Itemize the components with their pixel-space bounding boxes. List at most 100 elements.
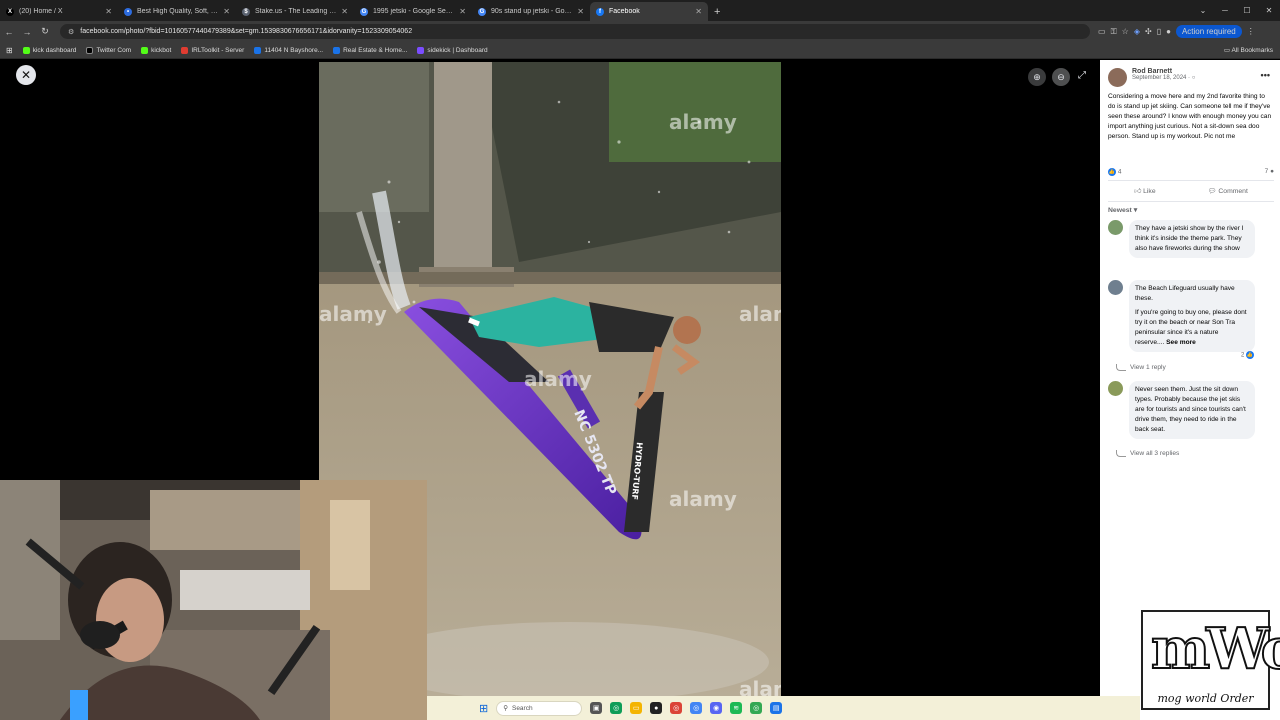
sidepanel-icon[interactable]: ▯	[1157, 27, 1161, 36]
close-tab-icon[interactable]: ✕	[695, 7, 702, 16]
bookmark-real-estate[interactable]: Real Estate & Home...	[333, 46, 408, 54]
close-icon[interactable]: ✕	[16, 65, 36, 85]
new-tab-button[interactable]: +	[708, 2, 726, 21]
google-icon: G	[360, 7, 368, 16]
watermark: alamy	[739, 302, 781, 326]
profile-icon[interactable]: ●	[1166, 27, 1171, 36]
chrome-blue-icon[interactable]: ◎	[690, 702, 703, 714]
stake-icon: $	[242, 7, 250, 16]
spotify-icon[interactable]: ≋	[730, 702, 743, 714]
bookmark-kickbot[interactable]: kickbot	[141, 46, 171, 54]
back-icon[interactable]: ←	[0, 27, 18, 37]
bookmark-star-icon[interactable]: ☆	[1122, 27, 1129, 36]
reaction-count: 4	[1117, 168, 1122, 176]
author-block: Rod Barnett September 18, 2024 · ○	[1132, 68, 1195, 87]
author-avatar[interactable]	[1108, 68, 1127, 87]
reply-hook-icon	[1116, 364, 1126, 371]
bookmarks-bar: ⊞ kick dashboard Twitter Com kickbot IRL…	[0, 42, 1280, 59]
menu-icon[interactable]: ⋮	[1247, 27, 1255, 36]
comment-bubble: The Beach Lifeguard usually have these. …	[1129, 280, 1255, 352]
password-icon[interactable]: ⚿	[1111, 27, 1117, 37]
all-bookmarks-button[interactable]: ▭ All Bookmarks	[1224, 46, 1273, 54]
address-bar[interactable]: ⚙ facebook.com/photo/?fbid=1016057744047…	[60, 24, 1090, 39]
commenter-avatar[interactable]	[1108, 280, 1123, 295]
site-info-icon[interactable]: ⚙	[68, 28, 74, 36]
bookmark-label: kick dashboard	[32, 46, 77, 54]
folder-icon: ▭	[1223, 47, 1230, 54]
view-all-replies-link[interactable]: View all 3 replies	[1116, 450, 1179, 457]
comment-bubble: They have a jetski show by the river I t…	[1129, 220, 1255, 258]
view-replies-link[interactable]: View 1 reply	[1116, 364, 1166, 371]
bookmark-bayshore[interactable]: 11404 N Bayshore...	[254, 46, 323, 54]
close-tab-icon[interactable]: ✕	[459, 7, 466, 16]
reply-hook-icon	[1116, 450, 1126, 457]
fullscreen-icon[interactable]: ⤢	[1078, 70, 1086, 81]
minimize-icon[interactable]: ─	[1214, 6, 1236, 15]
reload-icon[interactable]: ↻	[36, 26, 54, 37]
comment-reaction-count[interactable]: 2 👍	[1241, 351, 1255, 359]
close-tab-icon[interactable]: ✕	[577, 7, 584, 16]
comment-item: The Beach Lifeguard usually have these. …	[1108, 280, 1255, 352]
chrome-icon[interactable]: ◎	[610, 702, 623, 714]
bookmark-sidekick[interactable]: sidekick | Dashboard	[417, 46, 488, 54]
like-button[interactable]: 👍︎ Like	[1134, 187, 1155, 195]
like-count[interactable]: 👍 4	[1108, 168, 1121, 176]
maximize-icon[interactable]: ☐	[1236, 6, 1258, 15]
bookmark-twitter[interactable]: Twitter Com	[86, 46, 132, 54]
tab-slim-fit[interactable]: • Best High Quality, Soft, Slim Fit... ✕	[118, 2, 236, 21]
tab-x-home[interactable]: X (20) Home / X ✕	[0, 2, 118, 21]
file-explorer-icon[interactable]: ▭	[630, 702, 643, 714]
search-placeholder: Search	[511, 704, 533, 712]
irltoolkit-icon	[181, 46, 189, 54]
commenter-avatar[interactable]	[1108, 220, 1123, 235]
chrome-red-icon[interactable]: ◎	[670, 702, 683, 714]
commenter-avatar[interactable]	[1108, 381, 1123, 396]
action-required-button[interactable]: Action required	[1175, 25, 1242, 38]
see-more-link[interactable]: See more	[1166, 339, 1196, 346]
windows-taskbar: ⊞ ⚲ Search ▣ ◎ ▭ ● ◎ ◎ ◉ ≋ ◎ ▤	[427, 696, 1140, 720]
extension-icon[interactable]: ◈	[1134, 27, 1140, 36]
home-icon	[333, 46, 341, 54]
watermark: alamy	[669, 110, 737, 134]
logo-subtitle: mog world Order	[1157, 692, 1254, 705]
tab-google-90s-jetski[interactable]: G 90s stand up jetski - Google Se... ✕	[472, 2, 590, 21]
comment-sort-dropdown[interactable]: Newest ▾	[1108, 206, 1137, 214]
discord-icon[interactable]: ◉	[710, 702, 723, 714]
cast-icon[interactable]: ▭	[1098, 27, 1106, 36]
reaction-count: 2	[1241, 352, 1245, 359]
comment-icon: 💬︎	[1207, 188, 1217, 195]
apps-icon[interactable]: ⊞	[6, 46, 13, 55]
bookmark-label: Twitter Com	[96, 46, 132, 54]
windows-start-icon[interactable]: ⊞	[479, 702, 488, 715]
tab-facebook[interactable]: f Facebook ✕	[590, 2, 708, 21]
forward-icon[interactable]: →	[18, 27, 36, 37]
app-icon[interactable]: ▤	[770, 702, 783, 714]
close-tab-icon[interactable]: ✕	[341, 7, 348, 16]
close-window-icon[interactable]: ✕	[1258, 6, 1280, 15]
post-date[interactable]: September 18, 2024 · ○	[1132, 75, 1195, 81]
home-icon	[254, 46, 262, 54]
tab-label: 90s stand up jetski - Google Se...	[491, 8, 573, 15]
google-icon: G	[478, 7, 486, 16]
bookmark-label: sidekick | Dashboard	[427, 46, 488, 54]
logo-mark: mWo	[1150, 615, 1280, 683]
task-view-icon[interactable]: ▣	[590, 702, 603, 714]
puzzle-icon[interactable]: ✣	[1145, 27, 1152, 36]
tab-stake[interactable]: $ Stake.us - The Leading Social C... ✕	[236, 2, 354, 21]
tab-google-1995-jetski[interactable]: G 1995 jetski - Google Search ✕	[354, 2, 472, 21]
chrome-green-icon[interactable]: ◎	[750, 702, 763, 714]
close-tab-icon[interactable]: ✕	[105, 7, 112, 16]
more-options-icon[interactable]: •••	[1261, 70, 1270, 80]
close-tab-icon[interactable]: ✕	[223, 7, 230, 16]
bookmark-label: Real Estate & Home...	[343, 46, 408, 54]
obs-icon[interactable]: ●	[650, 702, 663, 714]
zoom-in-icon[interactable]: ⊕	[1028, 68, 1046, 86]
comment-button[interactable]: 💬︎ Comment	[1208, 187, 1248, 195]
bookmark-irltoolkit[interactable]: IRLToolkit - Server	[181, 46, 244, 54]
author-name[interactable]: Rod Barnett	[1132, 68, 1195, 75]
comment-count[interactable]: 7 ●	[1265, 168, 1274, 176]
taskbar-search[interactable]: ⚲ Search	[496, 700, 583, 716]
bookmark-kick-dashboard[interactable]: kick dashboard	[22, 46, 77, 54]
zoom-out-icon[interactable]: ⊖	[1052, 68, 1070, 86]
tab-search-icon[interactable]: ⌄	[1192, 6, 1214, 15]
